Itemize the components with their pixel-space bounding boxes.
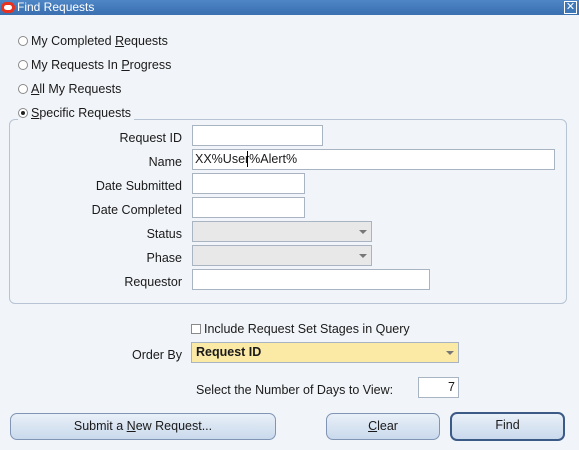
- find-button[interactable]: Find: [450, 412, 565, 441]
- date-completed-label: Date Completed: [91, 203, 182, 217]
- date-submitted-field[interactable]: [192, 173, 305, 194]
- status-label: Status: [146, 227, 182, 241]
- requestor-field[interactable]: [192, 269, 430, 290]
- request-id-label: Request ID: [119, 131, 182, 145]
- date-completed-field[interactable]: [192, 197, 305, 218]
- request-id-field[interactable]: [192, 125, 323, 146]
- window-title: Find Requests: [17, 0, 95, 14]
- radio-my-completed-requests[interactable]: My Completed Requests: [18, 33, 168, 49]
- phase-select[interactable]: [192, 245, 372, 266]
- radio-all-my-requests[interactable]: All My Requests: [18, 81, 121, 97]
- submit-new-request-button[interactable]: Submit a New Request...: [10, 413, 276, 440]
- oracle-logo-icon: [1, 2, 15, 13]
- include-stages-label: Include Request Set Stages in Query: [204, 322, 410, 336]
- chevron-down-icon[interactable]: [446, 351, 454, 355]
- text-cursor: [247, 151, 248, 167]
- order-by-label: Order By: [131, 348, 182, 362]
- days-label: Select the Number of Days to View:: [196, 383, 394, 397]
- days-field[interactable]: 7: [418, 377, 459, 398]
- chevron-down-icon[interactable]: [359, 254, 367, 258]
- phase-label: Phase: [146, 251, 182, 265]
- order-by-select[interactable]: Request ID: [191, 342, 459, 363]
- radio-button-icon[interactable]: [18, 59, 28, 70]
- clear-button[interactable]: Clear: [326, 413, 440, 440]
- date-submitted-label: Date Submitted: [95, 179, 182, 193]
- radio-my-requests-in-progress[interactable]: My Requests In Progress: [18, 57, 171, 73]
- radio-button-icon[interactable]: [18, 83, 28, 94]
- radio-button-icon[interactable]: [18, 35, 28, 46]
- radio-button-icon[interactable]: [18, 107, 28, 118]
- include-stages-option[interactable]: Include Request Set Stages in Query: [191, 321, 410, 337]
- chevron-down-icon[interactable]: [359, 230, 367, 234]
- close-icon[interactable]: ✕: [564, 1, 577, 14]
- radio-specific-requests[interactable]: Specific Requests: [18, 105, 135, 121]
- status-select[interactable]: [192, 221, 372, 242]
- name-label: Name: [148, 155, 182, 169]
- requestor-label: Requestor: [124, 275, 182, 289]
- checkbox-icon[interactable]: [191, 323, 201, 334]
- title-bar: Find Requests ✕: [0, 0, 579, 15]
